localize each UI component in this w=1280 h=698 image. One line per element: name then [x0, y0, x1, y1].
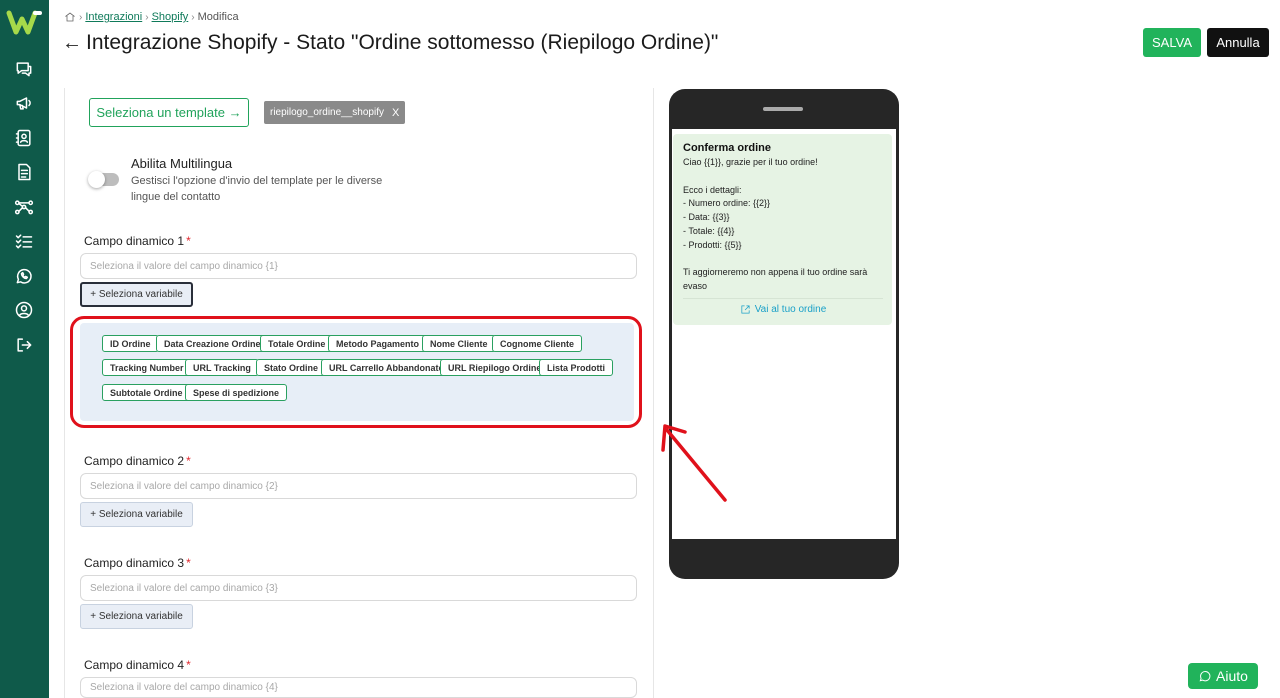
external-link-icon: [741, 305, 750, 314]
field-1-input[interactable]: [80, 253, 637, 279]
multilang-title: Abilita Multilingua: [131, 156, 233, 171]
whatsapp-icon: [1199, 671, 1211, 682]
page-title-text: Integrazione Shopify - Stato "Ordine sot…: [86, 31, 719, 54]
user-icon[interactable]: [12, 298, 36, 322]
required-mark: *: [186, 658, 191, 672]
megaphone-icon[interactable]: [12, 91, 36, 115]
multilang-description: Gestisci l'opzione d'invio del template …: [131, 175, 383, 203]
save-button[interactable]: SALVA: [1143, 28, 1201, 57]
required-mark: *: [186, 234, 191, 248]
app-root: › Integrazioni › Shopify › Modifica ← In…: [0, 0, 1280, 698]
breadcrumb-shopify[interactable]: Shopify: [152, 11, 189, 23]
message-title: Conferma ordine: [683, 142, 772, 154]
message-body: Ciao {{1}}, grazie per il tuo ordine! Ec…: [683, 157, 868, 292]
field-3-input[interactable]: [80, 575, 637, 601]
chat-icon[interactable]: [12, 57, 36, 81]
flow-icon[interactable]: [12, 195, 36, 219]
field-3-label: Campo dinamico 3 *: [84, 556, 191, 570]
field-3-select-variable-button[interactable]: + Seleziona variabile: [80, 604, 193, 629]
logout-icon[interactable]: [12, 333, 36, 357]
breadcrumb-separator: ›: [145, 11, 149, 23]
field-2-input[interactable]: [80, 473, 637, 499]
select-template-label: Seleziona un template: [96, 105, 226, 120]
contacts-icon[interactable]: [12, 126, 36, 150]
multilang-toggle[interactable]: [88, 171, 119, 188]
breadcrumb-separator: ›: [79, 11, 83, 23]
phone-speaker: [763, 107, 803, 111]
field-1-select-variable-button[interactable]: + Seleziona variabile: [80, 282, 193, 307]
arrow-right-icon: →: [228, 105, 242, 120]
arrow-annotation: [661, 424, 727, 502]
cancel-button[interactable]: Annulla: [1207, 28, 1269, 57]
logo[interactable]: [6, 8, 44, 36]
page-title: ← Integrazione Shopify - Stato "Ordine s…: [62, 31, 718, 55]
breadcrumb-current: Modifica: [197, 11, 239, 23]
field-1-label: Campo dinamico 1 *: [84, 234, 191, 248]
help-label: Aiuto: [1216, 668, 1248, 684]
toggle-knob: [88, 171, 105, 188]
back-arrow-icon[interactable]: ←: [62, 32, 82, 55]
message-action-button[interactable]: Vai al tuo ordine: [683, 304, 883, 315]
required-mark: *: [186, 454, 191, 468]
document-icon[interactable]: [12, 160, 36, 184]
selected-template-name: riepilogo_ordine__shopify: [270, 107, 384, 118]
message-divider: [683, 298, 883, 299]
field-2-label-text: Campo dinamico 2: [84, 454, 185, 468]
help-button[interactable]: Aiuto: [1188, 663, 1258, 689]
checklist-icon[interactable]: [12, 229, 36, 253]
required-mark: *: [186, 556, 191, 570]
field-2-label: Campo dinamico 2 *: [84, 454, 191, 468]
remove-template-icon[interactable]: X: [392, 107, 399, 119]
highlight-annotation: [70, 316, 642, 428]
selected-template-chip: riepilogo_ordine__shopify X: [264, 101, 406, 124]
home-icon[interactable]: [64, 11, 76, 23]
field-2-select-variable-button[interactable]: + Seleziona variabile: [80, 502, 193, 527]
breadcrumb: › Integrazioni › Shopify › Modifica: [64, 11, 239, 23]
field-4-label: Campo dinamico 4 *: [84, 658, 191, 672]
field-1-label-text: Campo dinamico 1: [84, 234, 185, 248]
whatsapp-icon[interactable]: [12, 264, 36, 288]
breadcrumb-integrazioni[interactable]: Integrazioni: [85, 11, 142, 23]
sidebar: [0, 0, 49, 698]
breadcrumb-separator: ›: [191, 11, 195, 23]
message-action-label: Vai al tuo ordine: [754, 304, 827, 315]
select-template-button[interactable]: Seleziona un template →: [89, 98, 249, 127]
field-4-label-text: Campo dinamico 4: [84, 658, 185, 672]
field-4-input[interactable]: [80, 677, 637, 698]
field-3-label-text: Campo dinamico 3: [84, 556, 185, 570]
